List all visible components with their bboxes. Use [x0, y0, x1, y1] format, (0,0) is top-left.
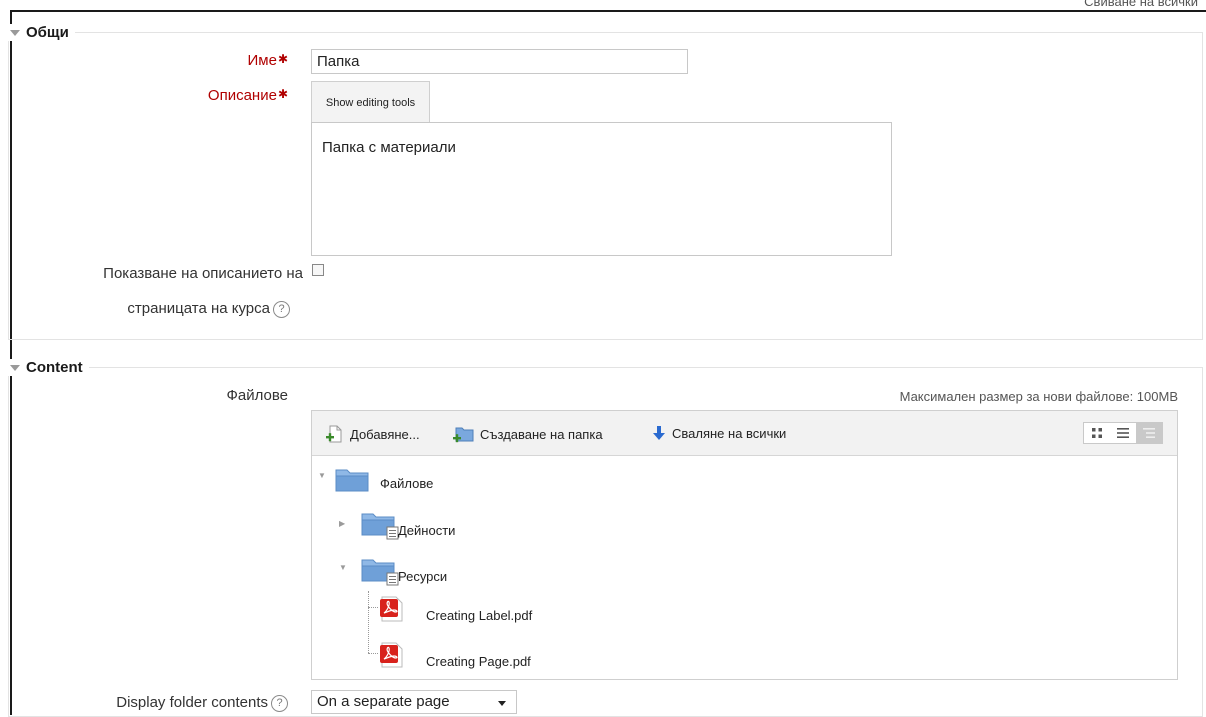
expanded-triangle-icon[interactable]: ▼: [339, 563, 347, 572]
tree-folder-resources[interactable]: Ресурси: [360, 555, 447, 587]
icon-view-button[interactable]: [1084, 423, 1110, 443]
content-section-title: Content: [26, 359, 83, 376]
tree-folder-activities[interactable]: Дейности: [360, 509, 455, 541]
top-border: [10, 10, 1206, 12]
file-manager-toolbar: Добавяне... Създаване на папка Сваляне н…: [312, 411, 1177, 456]
download-all-label: Сваляне на всички: [672, 425, 787, 441]
add-file-label: Добавяне...: [350, 426, 420, 442]
add-file-icon: [326, 425, 342, 443]
tree-file-creating-label-name: Creating Label.pdf: [426, 607, 533, 623]
tree-file-creating-label[interactable]: Creating Label.pdf: [378, 595, 532, 623]
tree-root-folder[interactable]: Файлове: [334, 465, 433, 493]
download-arrow-icon: [653, 426, 665, 440]
pdf-file-icon: [380, 596, 403, 622]
create-folder-button[interactable]: Създаване на папка: [452, 424, 603, 444]
required-icon: ✱: [277, 52, 288, 66]
folder-icon: [361, 559, 399, 586]
collapsed-triangle-icon[interactable]: ▶: [339, 519, 345, 528]
create-folder-label: Създаване на папка: [480, 426, 603, 442]
content-section-header[interactable]: Content: [8, 359, 89, 376]
list-view-icon: [1117, 428, 1129, 438]
add-file-button[interactable]: Добавяне...: [324, 424, 420, 444]
file-manager: Добавяне... Създаване на папка Сваляне н…: [311, 410, 1178, 680]
files-label: Файлове: [226, 387, 288, 404]
folder-icon: [361, 513, 399, 540]
list-view-button[interactable]: [1110, 423, 1136, 443]
question-circle-icon[interactable]: ?: [271, 694, 288, 712]
tree-file-creating-page-name: Creating Page.pdf: [426, 653, 531, 669]
question-circle-icon[interactable]: ?: [273, 300, 290, 318]
show-editing-tools-button[interactable]: Show editing tools: [311, 81, 430, 123]
description-label: Описание✱: [150, 87, 288, 104]
create-folder-icon: [453, 427, 474, 443]
folder-icon: [335, 469, 369, 492]
collapse-all-link[interactable]: Свиване на всички: [1084, 0, 1198, 9]
description-label-text: Описание: [207, 87, 277, 104]
description-editor[interactable]: Папка с материали: [311, 122, 892, 256]
expanded-triangle-icon[interactable]: ▼: [318, 471, 326, 480]
show-description-label-line1: Показване на описанието на: [103, 265, 303, 282]
view-switcher: [1083, 422, 1163, 444]
collapse-triangle-icon: [10, 364, 20, 371]
display-folder-contents-label: Display folder contents?: [40, 694, 288, 712]
required-icon: ✱: [277, 87, 288, 101]
show-description-label-line2: страницата на курса?: [40, 300, 290, 318]
tree-connector: [368, 653, 378, 654]
tree-root-label: Файлове: [380, 475, 434, 491]
display-folder-contents-label-text: Display folder contents: [116, 694, 268, 711]
tree-file-creating-page[interactable]: Creating Page.pdf: [378, 641, 531, 669]
tree-folder-resources-label: Ресурси: [398, 568, 448, 584]
pdf-file-icon: [380, 642, 403, 668]
tree-folder-activities-label: Дейности: [398, 522, 456, 538]
name-label-text: Име: [247, 52, 277, 69]
display-folder-contents-value: On a separate page: [317, 693, 450, 710]
name-input[interactable]: [311, 49, 688, 74]
tree-view-button[interactable]: [1136, 423, 1162, 443]
collapse-triangle-icon: [10, 29, 20, 36]
general-section-header[interactable]: Общи: [8, 24, 75, 41]
tree-view-icon: [1143, 428, 1155, 438]
name-label: Име✱: [150, 52, 289, 69]
show-description-checkbox[interactable]: [312, 264, 324, 276]
grid-view-icon: [1092, 428, 1102, 438]
dropdown-arrow-icon: [498, 701, 506, 706]
show-description-label-line2-text: страницата на курса: [127, 300, 270, 317]
display-folder-contents-select[interactable]: On a separate page: [311, 690, 517, 714]
download-all-button[interactable]: Сваляне на всички: [652, 424, 786, 442]
general-section-title: Общи: [26, 24, 69, 41]
max-size-text: Максимален размер за нови файлове: 100MB: [899, 389, 1178, 404]
tree-connector: [368, 607, 378, 608]
tree-connector: [368, 591, 369, 653]
